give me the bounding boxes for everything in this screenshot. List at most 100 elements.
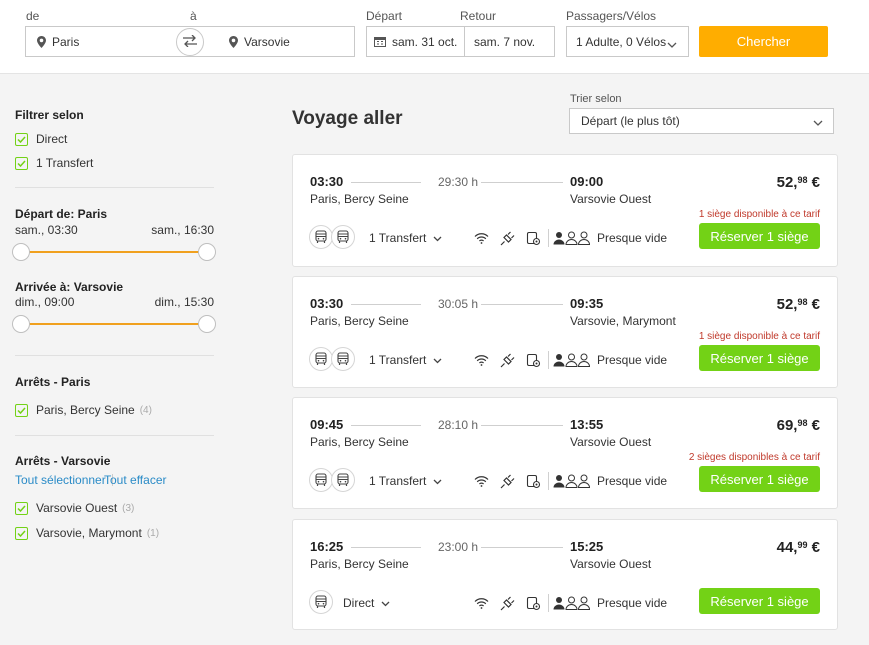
departure-max-label: sam., 16:30 xyxy=(151,223,214,237)
departure-station[interactable]: Paris, Bercy Seine xyxy=(310,435,409,449)
route-connection-icons xyxy=(309,347,355,371)
checkmark-icon xyxy=(15,403,28,417)
divider xyxy=(15,355,214,356)
arrival-time: 09:00 xyxy=(570,174,604,189)
availability-notice: 1 siège disponible à ce tarif xyxy=(698,331,820,342)
power-plug-icon[interactable] xyxy=(499,473,515,489)
trip-price: 44,99 € xyxy=(776,539,820,556)
seat-settings-icon[interactable] xyxy=(525,352,541,368)
arrival-max-label: dim., 15:30 xyxy=(154,295,214,309)
book-seat-button[interactable]: Réserver 1 siège xyxy=(699,345,820,371)
bus-icon xyxy=(309,347,333,371)
trip-duration: 28:10 h xyxy=(438,418,479,432)
sort-select[interactable]: Départ (le plus tôt) xyxy=(569,108,834,134)
trip-card: 09:45 28:10 h 13:55 Paris, Bercy Seine V… xyxy=(292,397,838,509)
return-date-input[interactable]: sam. 7 nov. xyxy=(474,35,535,49)
route-connection-icons xyxy=(309,468,355,492)
filter-direct-checkbox[interactable]: Direct xyxy=(15,132,67,146)
checkmark-icon xyxy=(15,156,28,170)
departure-slider-max-handle[interactable] xyxy=(198,243,216,261)
book-seat-button[interactable]: Réserver 1 siège xyxy=(699,588,820,614)
departure-station[interactable]: Paris, Bercy Seine xyxy=(310,314,409,328)
transfer-toggle[interactable]: 1 Transfert xyxy=(369,231,442,245)
to-input[interactable]: Varsovie xyxy=(244,35,290,49)
amenities: Presque vide xyxy=(473,351,667,369)
transfer-toggle[interactable]: Direct xyxy=(343,596,390,610)
bus-icon xyxy=(309,468,333,492)
route-line xyxy=(481,304,563,305)
depart-label: Départ xyxy=(366,9,403,23)
divider xyxy=(548,594,549,612)
arrival-slider-min-handle[interactable] xyxy=(12,315,30,333)
from-input[interactable]: Paris xyxy=(52,35,192,49)
arrival-slider-max-handle[interactable] xyxy=(198,315,216,333)
page-title: Voyage aller xyxy=(292,108,403,129)
occupancy-icon xyxy=(553,353,591,367)
arrival-min-label: dim., 09:00 xyxy=(15,295,75,309)
transfer-toggle[interactable]: 1 Transfert xyxy=(369,353,442,367)
power-plug-icon[interactable] xyxy=(499,352,515,368)
route-line xyxy=(351,182,421,183)
passengers-select[interactable]: 1 Adulte, 0 Vélos xyxy=(566,26,689,57)
stop-warsaw-ouest-checkbox[interactable]: Varsovie Ouest (3) xyxy=(15,501,134,515)
book-seat-button[interactable]: Réserver 1 siège xyxy=(699,466,820,492)
arrival-station[interactable]: Varsovie, Marymont xyxy=(570,314,676,328)
amenities: Presque vide xyxy=(473,472,667,490)
departure-station[interactable]: Paris, Bercy Seine xyxy=(310,192,409,206)
wifi-icon[interactable] xyxy=(473,473,489,489)
arrival-filter-title: Arrivée à: Varsovie xyxy=(15,280,124,294)
seat-settings-icon[interactable] xyxy=(525,595,541,611)
arrival-time: 13:55 xyxy=(570,417,604,432)
transfer-toggle[interactable]: 1 Transfert xyxy=(369,474,442,488)
trip-price: 69,98 € xyxy=(776,417,820,434)
divider xyxy=(15,435,214,436)
bus-icon xyxy=(331,468,355,492)
search-button[interactable]: Chercher xyxy=(699,26,828,57)
divider xyxy=(548,472,549,490)
route-line xyxy=(481,425,563,426)
power-plug-icon[interactable] xyxy=(499,595,515,611)
occupancy-icon xyxy=(553,596,591,610)
divider xyxy=(548,351,549,369)
stops-paris-title: Arrêts - Paris xyxy=(15,375,91,389)
route-line xyxy=(481,182,563,183)
chevron-down-icon xyxy=(433,231,442,245)
departure-slider-min-handle[interactable] xyxy=(12,243,30,261)
departure-time: 03:30 xyxy=(310,296,344,311)
chevron-down-icon xyxy=(667,37,677,51)
stop-warsaw-marymont-checkbox[interactable]: Varsovie, Marymont (1) xyxy=(15,526,159,540)
occupancy-icon xyxy=(553,231,591,245)
departure-filter-title: Départ de: Paris xyxy=(15,207,108,221)
departure-station[interactable]: Paris, Bercy Seine xyxy=(310,557,409,571)
bus-icon xyxy=(331,347,355,371)
power-plug-icon[interactable] xyxy=(499,230,515,246)
arrival-station[interactable]: Varsovie Ouest xyxy=(570,435,651,449)
clear-all-link[interactable]: Tout effacer xyxy=(104,473,166,487)
departure-min-label: sam., 03:30 xyxy=(15,223,78,237)
route-connection-icons xyxy=(309,225,355,249)
filter-title: Filtrer selon xyxy=(15,108,84,122)
book-seat-button[interactable]: Réserver 1 siège xyxy=(699,223,820,249)
return-label: Retour xyxy=(460,9,497,23)
arrival-station[interactable]: Varsovie Ouest xyxy=(570,192,651,206)
wifi-icon[interactable] xyxy=(473,230,489,246)
seat-settings-icon[interactable] xyxy=(525,473,541,489)
wifi-icon[interactable] xyxy=(473,595,489,611)
depart-date-input[interactable]: sam. 31 oct. xyxy=(392,35,464,49)
filter-transfer-checkbox[interactable]: 1 Transfert xyxy=(15,156,93,170)
wifi-icon[interactable] xyxy=(473,352,489,368)
seat-settings-icon[interactable] xyxy=(525,230,541,246)
occupancy-label: Presque vide xyxy=(597,474,668,488)
departure-time: 16:25 xyxy=(310,539,344,554)
trip-card: 16:25 23:00 h 15:25 Paris, Bercy Seine V… xyxy=(292,519,838,630)
swap-route-button[interactable] xyxy=(176,28,204,56)
arrival-station[interactable]: Varsovie Ouest xyxy=(570,557,651,571)
select-all-link[interactable]: Tout sélectionner xyxy=(15,473,106,487)
stop-paris-bercy-checkbox[interactable]: Paris, Bercy Seine (4) xyxy=(15,403,152,417)
arrival-time: 09:35 xyxy=(570,296,604,311)
stops-warsaw-title: Arrêts - Varsovie xyxy=(15,454,111,468)
route-line xyxy=(481,547,563,548)
trip-price: 52,98 € xyxy=(776,174,820,191)
departure-time: 03:30 xyxy=(310,174,344,189)
arrival-time: 15:25 xyxy=(570,539,604,554)
